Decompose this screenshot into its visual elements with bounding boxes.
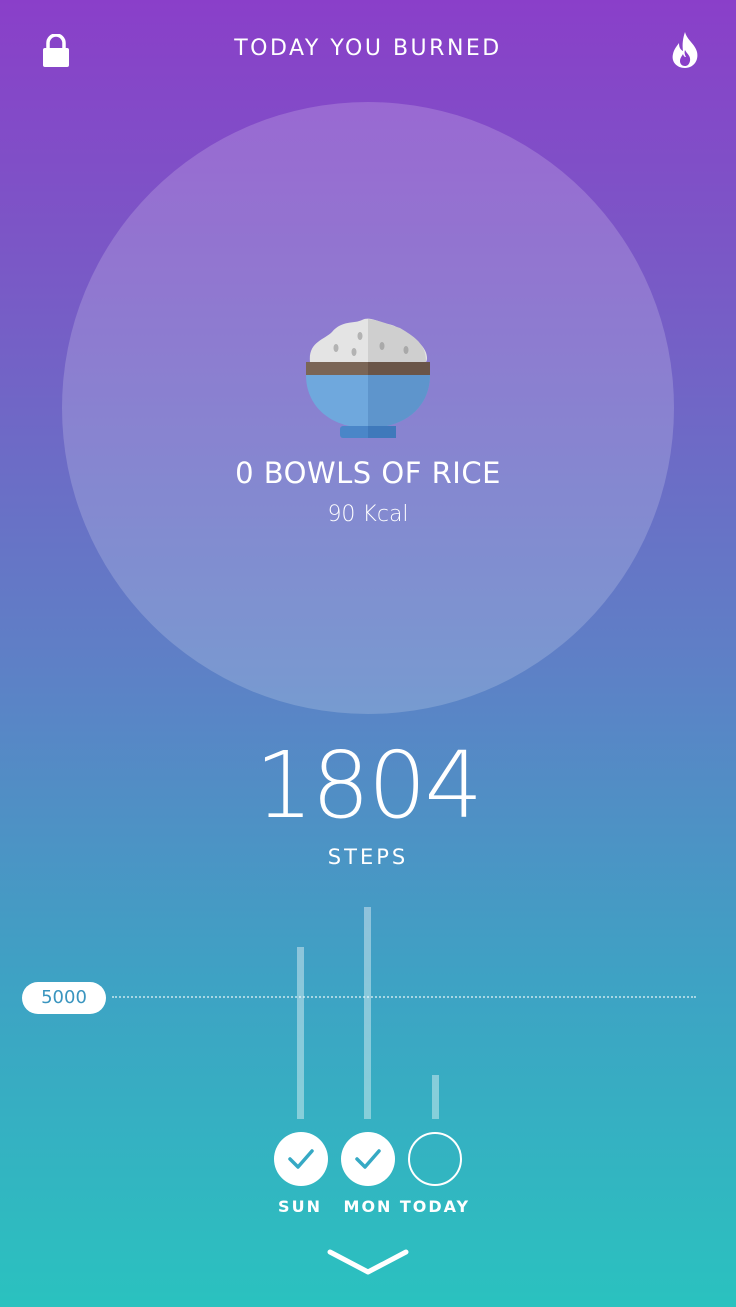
top-bar: TODAY YOU BURNED [0,0,736,100]
day-check-sun[interactable] [274,1132,328,1186]
page-title: TODAY YOU BURNED [234,36,502,61]
rice-bowl-icon [306,318,430,438]
bar-today [432,1074,439,1119]
bar-mon [364,907,371,1119]
check-icon [288,1149,314,1169]
day-check-today[interactable] [408,1132,462,1186]
chevron-down-icon[interactable] [326,1244,410,1278]
day-check-mon[interactable] [341,1132,395,1186]
bar-sun [297,946,304,1119]
day-label-today: TODAY [399,1197,471,1216]
food-equivalent-label: 0 BOWLS OF RICE [235,456,501,490]
steps-label: STEPS [327,845,409,869]
goal-line [112,996,696,998]
calories-value: 90 Kcal [327,502,409,527]
goal-badge: 5000 [22,982,106,1014]
steps-count: 1804 [254,732,483,839]
check-icon [355,1149,381,1169]
flame-icon[interactable] [668,30,702,70]
